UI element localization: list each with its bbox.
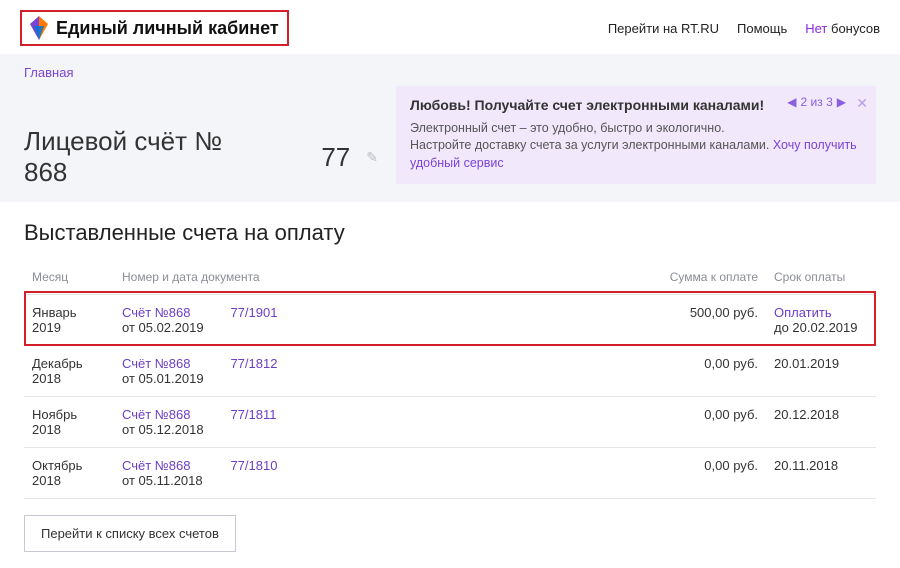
subhead: Главная [0,54,900,86]
cell-amount: 0,00 руб. [626,397,766,448]
chevron-left-icon[interactable]: ◀ [787,94,796,111]
promo-notice: ◀ 2 из 3 ▶ ✕ Любовь! Получайте счет элек… [396,86,876,184]
all-bills-button[interactable]: Перейти к списку всех счетов [24,515,236,552]
doc-number-link[interactable]: Счёт №868 [122,458,190,473]
cell-due: 20.12.2018 [766,397,876,448]
doc-code-link[interactable]: 77/1812 [230,356,277,371]
col-month: Месяц [24,264,114,295]
close-icon[interactable]: ✕ [856,94,868,114]
bonus-prefix: Нет [805,21,827,36]
notice-line2: Настройте доставку счета за услуги элект… [410,138,769,152]
info-row: Лицевой счёт № 868 77 ✎ ◀ 2 из 3 ▶ ✕ Люб… [0,86,900,202]
cell-month: Октябрь2018 [24,448,114,499]
doc-number-link[interactable]: Счёт №868 [122,407,190,422]
doc-date: от 05.01.2019 [122,371,618,386]
edit-icon[interactable]: ✎ [358,149,378,166]
cell-amount: 0,00 руб. [626,448,766,499]
brand-highlight: Единый личный кабинет [20,10,289,46]
cell-doc: Счёт №868 77/1811от 05.12.2018 [114,397,626,448]
doc-code-link[interactable]: 77/1810 [230,458,277,473]
cell-amount: 500,00 руб. [626,295,766,346]
cell-month: Ноябрь2018 [24,397,114,448]
doc-date: от 05.12.2018 [122,422,618,437]
table-row: Октябрь2018 Счёт №868 77/1810от 05.11.2018… [24,448,876,499]
top-links: Перейти на RT.RU Помощь Нет бонусов [608,21,880,36]
section-title: Выставленные счета на оплату [24,220,876,246]
link-goto-rt[interactable]: Перейти на RT.RU [608,21,719,36]
cell-doc: Счёт №868 77/1901от 05.02.2019 [114,295,626,346]
doc-number-link[interactable]: Счёт №868 [122,356,190,371]
doc-code-link[interactable]: 77/1901 [230,305,277,320]
cell-due: 20.01.2019 [766,346,876,397]
account-title: Лицевой счёт № 868 77 ✎ [24,126,378,188]
topbar: Единый личный кабинет Перейти на RT.RU П… [0,0,900,54]
cell-due: 20.11.2018 [766,448,876,499]
col-doc: Номер и дата документа [114,264,626,295]
account-suffix: 77 [321,142,350,173]
doc-date: от 05.11.2018 [122,473,618,488]
brand-title: Единый личный кабинет [56,18,279,39]
account-column: Лицевой счёт № 868 77 ✎ [24,86,378,188]
cell-month: Январь2019 [24,295,114,346]
doc-date: от 05.02.2019 [122,320,618,335]
pay-link[interactable]: Оплатить [774,305,868,320]
due-date: до 20.02.2019 [774,320,858,335]
doc-number-link[interactable]: Счёт №868 [122,305,190,320]
notice-pager-text: 2 из 3 [801,94,833,111]
cell-doc: Счёт №868 77/1812от 05.01.2019 [114,346,626,397]
table-row: Декабрь2018 Счёт №868 77/1812от 05.01.2019… [24,346,876,397]
notice-pager[interactable]: ◀ 2 из 3 ▶ [787,94,846,111]
bonus-word: бонусов [831,21,880,36]
breadcrumb[interactable]: Главная [24,65,73,86]
cell-amount: 0,00 руб. [626,346,766,397]
col-amount: Сумма к оплате [626,264,766,295]
cell-due: Оплатитьдо 20.02.2019 [766,295,876,346]
logo-icon [30,16,48,40]
bills-table: Месяц Номер и дата документа Сумма к опл… [24,264,876,499]
col-due: Срок оплаты [766,264,876,295]
table-row: Январь2019 Счёт №868 77/1901от 05.02.2019 5… [24,295,876,346]
main: Выставленные счета на оплату Месяц Номер… [0,202,900,568]
chevron-right-icon[interactable]: ▶ [837,94,846,111]
notice-line1: Электронный счет – это удобно, быстро и … [410,120,862,138]
doc-code-link[interactable]: 77/1811 [230,407,276,422]
table-row: Ноябрь2018 Счёт №868 77/1811от 05.12.2018 0… [24,397,876,448]
link-help[interactable]: Помощь [737,21,787,36]
cell-doc: Счёт №868 77/1810от 05.11.2018 [114,448,626,499]
account-label: Лицевой счёт № 868 [24,126,251,188]
cell-month: Декабрь2018 [24,346,114,397]
link-bonus[interactable]: Нет бонусов [805,21,880,36]
